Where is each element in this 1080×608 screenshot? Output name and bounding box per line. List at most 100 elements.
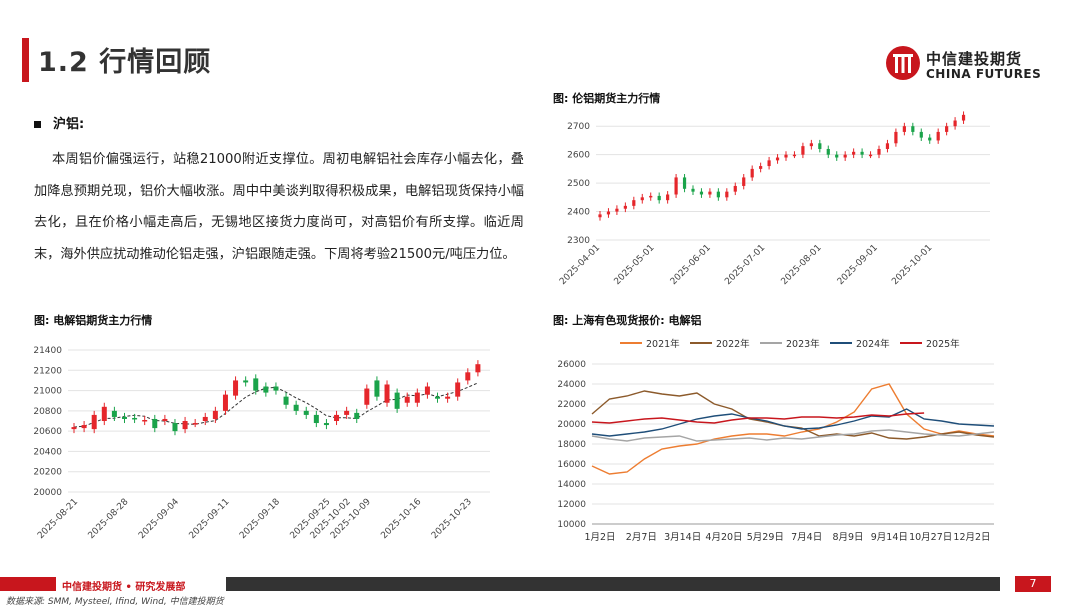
candle-body — [313, 414, 319, 424]
candle-body — [801, 146, 805, 155]
logo-chinese-name: 中信建投期货 — [926, 50, 1023, 68]
x-tick-label: 2025-05-01 — [613, 243, 657, 287]
candle-body — [354, 412, 360, 419]
candle-body — [202, 416, 208, 421]
x-tick-label: 2025-08-01 — [780, 243, 824, 287]
candle-body — [682, 177, 687, 189]
candle-body — [818, 143, 822, 149]
x-tick-label: 2025-10-16 — [379, 497, 423, 541]
x-tick-label: 1月2日 — [584, 532, 615, 543]
candle-body — [132, 417, 138, 420]
candle-body — [919, 131, 923, 138]
candle-body — [877, 148, 881, 155]
x-tick-label: 9月14日 — [871, 532, 908, 543]
x-tick-label: 5月29日 — [747, 532, 784, 543]
candle-body — [742, 177, 746, 186]
candle-body — [414, 392, 420, 403]
x-tick-label: 3月14日 — [664, 532, 701, 543]
series-line-2025年 — [591, 412, 925, 424]
x-tick-label: 2025-09-11 — [188, 497, 232, 541]
logo-english-name: CHINA FUTURES — [926, 67, 1042, 81]
title-accent-bar — [22, 38, 29, 82]
candle-body — [121, 416, 127, 419]
data-source-note: 数据来源: SMM, Mysteel, Ifind, Wind, 中信建投期货 — [6, 597, 224, 607]
legend-label: 2023年 — [786, 338, 820, 350]
candle-body — [691, 188, 695, 192]
candle-body — [606, 211, 611, 215]
candle-body — [666, 194, 670, 201]
x-tick-label: 2025-10-01 — [890, 243, 934, 287]
candle-body — [902, 126, 906, 132]
candle-body — [860, 151, 864, 155]
y-tick-label: 20400 — [33, 447, 62, 457]
candle-body — [792, 154, 797, 157]
candle-body — [303, 410, 309, 415]
candle-body — [640, 197, 644, 201]
candle-body — [674, 177, 678, 195]
candle-body — [598, 214, 602, 218]
candle-body — [424, 386, 430, 395]
candle-body — [101, 406, 107, 421]
y-tick-label: 2300 — [567, 236, 590, 246]
x-tick-label: 2025-09-01 — [836, 243, 880, 287]
candle-body — [945, 126, 949, 132]
x-tick-label: 7月4日 — [791, 532, 822, 543]
spot-aluminum-line-chart: 10000 12000 14000 16000 18000 20000 22000 24000… — [557, 338, 995, 543]
candle-body — [759, 166, 763, 169]
candle-body — [733, 185, 737, 192]
y-tick-label: 20200 — [33, 468, 62, 478]
candle-body — [632, 200, 636, 206]
candle-body — [435, 396, 441, 399]
legend-label: 2025年 — [926, 338, 960, 350]
candle-body — [91, 414, 97, 430]
candle-body — [384, 384, 390, 403]
candle-body — [172, 423, 178, 432]
footer-red-accent — [0, 577, 56, 591]
candle-body — [152, 418, 158, 429]
candle-body — [894, 131, 898, 144]
candle-body — [615, 208, 619, 212]
candle-body — [750, 168, 754, 178]
legend-label: 2021年 — [646, 338, 680, 350]
y-tick-label: 2400 — [567, 208, 590, 218]
candle-body — [725, 191, 729, 198]
candle-body — [961, 114, 966, 121]
candle-body — [716, 191, 720, 198]
x-tick-label: 2025-07-01 — [723, 243, 767, 287]
candle-body — [283, 396, 289, 405]
x-tick-label: 12月2日 — [953, 532, 990, 543]
y-tick-label: 21000 — [33, 387, 62, 397]
candle-body — [323, 423, 329, 426]
x-tick-label: 2025-09-04 — [137, 497, 181, 541]
candle-body — [273, 386, 279, 391]
candle-body — [835, 154, 839, 158]
candle-body — [708, 191, 712, 195]
candle-body — [192, 423, 198, 425]
candle-body — [212, 410, 218, 419]
x-tick-label: 2025-08-28 — [87, 497, 131, 541]
x-tick-label: 2025-10-23 — [430, 497, 474, 541]
series-line-2021年 — [591, 383, 995, 475]
x-tick-label: 8月9日 — [832, 532, 863, 543]
y-tick-label: 10000 — [557, 520, 586, 530]
candle-body — [784, 154, 788, 158]
candle-body — [253, 378, 259, 391]
x-tick-label: 2025-06-01 — [669, 243, 713, 287]
section-heading-text: 沪铝: — [53, 117, 85, 132]
section-body-text: 本周铝价偏强运行，站稳21000附近支撑位。周初电解铝社会库存小幅去化，叠加降息… — [34, 152, 524, 262]
shfe-aluminum-candlestick-chart: 20000 20200 20400 20600 20800 21000 21200 21400… — [33, 346, 490, 541]
spot-chart-title: 图: 上海有色现货报价: 电解铝 — [553, 314, 702, 327]
legend-label: 2024年 — [856, 338, 890, 350]
candle-body — [885, 143, 890, 149]
page-title: 1.2 行情回顾 — [38, 47, 212, 78]
candle-body — [81, 425, 87, 429]
candle-body — [475, 364, 481, 373]
candle-body — [809, 143, 813, 147]
candle-body — [222, 394, 228, 411]
candle-body — [928, 137, 932, 141]
candle-body — [775, 157, 780, 161]
candle-body — [911, 126, 915, 132]
lme-aluminum-candlestick-chart: 2300 2400 2500 2600 2700 2025-04-01 2025-05-01… — [558, 111, 990, 287]
candle-body — [455, 382, 461, 397]
candle-body — [852, 151, 856, 155]
